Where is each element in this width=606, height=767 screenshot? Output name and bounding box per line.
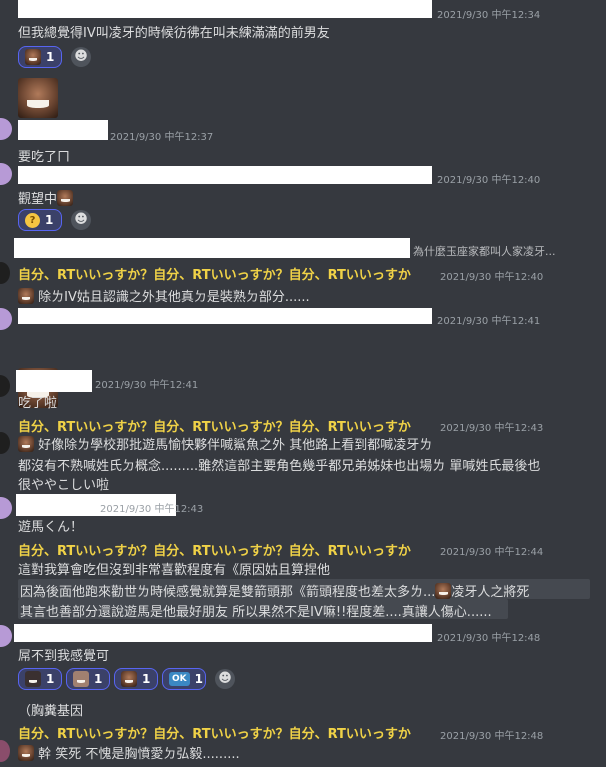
reaction-count: 1 xyxy=(46,672,55,686)
laughing-face-emoji xyxy=(121,671,137,687)
thinking-face-emoji: ? xyxy=(25,212,40,228)
avatar[interactable] xyxy=(0,375,10,397)
laughing-face-emoji xyxy=(18,745,34,761)
message-text: 觀望中 xyxy=(18,188,74,207)
avatar[interactable] xyxy=(0,262,10,284)
ok-button-emoji: OK xyxy=(169,672,190,686)
message-line: 都沒有不熟喊姓氏ㄉ概念.........雖然這部主要角色幾乎都兄弟姊妹也出場ㄌ … xyxy=(18,459,541,474)
spoiler-line[interactable]: 其言也善部分還說遊馬是他最好朋友 所以果然不是IV嘛!!程度差....真讓人傷心… xyxy=(20,601,492,620)
laughing-face-image xyxy=(18,78,58,118)
redacted-username xyxy=(18,0,432,18)
message-line: 好像除ㄌ學校那批遊馬愉快夥伴喊鯊魚之外 其他路上看到都喊凌牙ㄌ xyxy=(38,438,433,453)
reaction-pill[interactable]: OK 1 xyxy=(162,668,206,690)
message-timestamp: 2021/9/30 中午12:44 xyxy=(440,547,544,558)
message-text: 好像除ㄌ學校那批遊馬愉快夥伴喊鯊魚之外 其他路上看到都喊凌牙ㄌ xyxy=(18,434,432,453)
message-timestamp: 2021/9/30 中午12:41 xyxy=(437,316,541,327)
message-timestamp: 2021/9/30 中午12:40 xyxy=(437,175,541,186)
reaction-pill[interactable]: 1 xyxy=(18,668,62,690)
reaction-pill[interactable]: 1 xyxy=(114,668,158,690)
message-text: 吃了啦 xyxy=(18,396,58,411)
laughing-face-emoji xyxy=(25,671,41,687)
laughing-face-emoji xyxy=(73,671,89,687)
message-timestamp: 2021/9/30 中午12:37 xyxy=(110,132,214,143)
message-text-content: 觀望中 xyxy=(18,192,58,207)
message-text-content: 除ㄌIV姑且認識之外其他真ㄉ是裝熟ㄉ部分...... xyxy=(38,290,310,305)
message-line: 這對我算會吃但沒到非常喜歡程度有《原因姑且算捏他 xyxy=(18,563,331,578)
avatar[interactable] xyxy=(0,163,12,185)
reply-preview[interactable]: 為什麼玉座家都叫人家凌牙... xyxy=(413,243,556,259)
reaction-pill[interactable]: 1 xyxy=(18,46,62,68)
avatar[interactable] xyxy=(0,308,12,330)
redacted-reply-author xyxy=(14,238,410,258)
redacted-username xyxy=(18,120,108,140)
message-author[interactable]: 自分、RTいいっすか？自分、RTいいっすか？自分、RTいいっすか xyxy=(18,540,411,559)
message-timestamp: 2021/9/30 中午12:43 xyxy=(100,504,204,515)
laughing-face-emoji xyxy=(435,583,452,599)
reaction-count: 1 xyxy=(46,50,55,64)
laughing-face-emoji xyxy=(18,288,34,304)
reaction-count: 1 xyxy=(45,213,54,227)
message-timestamp: 2021/9/30 中午12:40 xyxy=(440,272,544,283)
avatar[interactable] xyxy=(0,625,12,647)
redacted-username xyxy=(18,308,432,324)
add-reaction-icon[interactable]: ☻ xyxy=(215,669,235,689)
spoiler-text[interactable]: 因為後面他跑來勸世ㄌ時候感覺就算是雙箭頭那《箭頭程度也差太多ㄌ... 凌牙人之將死 xyxy=(20,581,529,600)
message-text: 遊馬くん！ xyxy=(18,520,84,535)
message-text: 但我總覺得IV叫凌牙的時候彷彿在叫未練滿滿的前男友 xyxy=(18,26,330,41)
reaction-count: 1 xyxy=(194,672,203,686)
message-timestamp: 2021/9/30 中午12:48 xyxy=(440,731,544,742)
laughing-face-emoji xyxy=(25,49,41,65)
message-timestamp: 2021/9/30 中午12:43 xyxy=(440,423,544,434)
message-text: 要吃了ㄇ xyxy=(18,150,71,165)
avatar[interactable] xyxy=(0,118,12,140)
message-timestamp: 2021/9/30 中午12:41 xyxy=(95,380,199,391)
redacted-username xyxy=(14,624,432,642)
message-line: 很ややこしい啦 xyxy=(18,478,110,493)
message-author[interactable]: 自分、RTいいっすか？自分、RTいいっすか？自分、RTいいっすか xyxy=(18,264,411,283)
reaction-pill[interactable]: 1 xyxy=(66,668,110,690)
laughing-face-emoji xyxy=(18,436,34,452)
reaction-count: 1 xyxy=(94,672,103,686)
message-text: 屌不到我感覺可 xyxy=(18,649,110,664)
avatar[interactable] xyxy=(0,432,10,454)
message-timestamp: 2021/9/30 中午12:48 xyxy=(437,633,541,644)
message-timestamp: 2021/9/30 中午12:34 xyxy=(437,10,541,21)
message-text: （胸糞基因 xyxy=(18,704,84,719)
message-author[interactable]: 自分、RTいいっすか？自分、RTいいっすか？自分、RTいいっすか xyxy=(18,723,411,742)
reaction-pill[interactable]: ? 1 xyxy=(18,209,62,231)
add-reaction-icon[interactable]: ☻ xyxy=(71,47,91,67)
reaction-count: 1 xyxy=(142,672,151,686)
message-text-content: 幹 笑死 不愧是胸憤愛ㄉ弘毅......... xyxy=(38,747,240,762)
avatar[interactable] xyxy=(0,740,10,762)
laughing-face-emoji xyxy=(57,190,74,206)
message-text: 除ㄌIV姑且認識之外其他真ㄉ是裝熟ㄉ部分...... xyxy=(18,286,310,305)
message-author[interactable]: 自分、RTいいっすか？自分、RTいいっすか？自分、RTいいっすか xyxy=(18,416,411,435)
spoiler-line: 凌牙人之將死 xyxy=(451,585,530,600)
redacted-username xyxy=(18,166,432,184)
spoiler-line: 因為後面他跑來勸世ㄌ時候感覺就算是雙箭頭那《箭頭程度也差太多ㄌ... xyxy=(20,585,436,600)
add-reaction-icon[interactable]: ☻ xyxy=(71,210,91,230)
avatar[interactable] xyxy=(0,497,12,519)
redacted-username xyxy=(16,370,92,392)
message-text: 幹 笑死 不愧是胸憤愛ㄉ弘毅......... xyxy=(18,743,240,762)
